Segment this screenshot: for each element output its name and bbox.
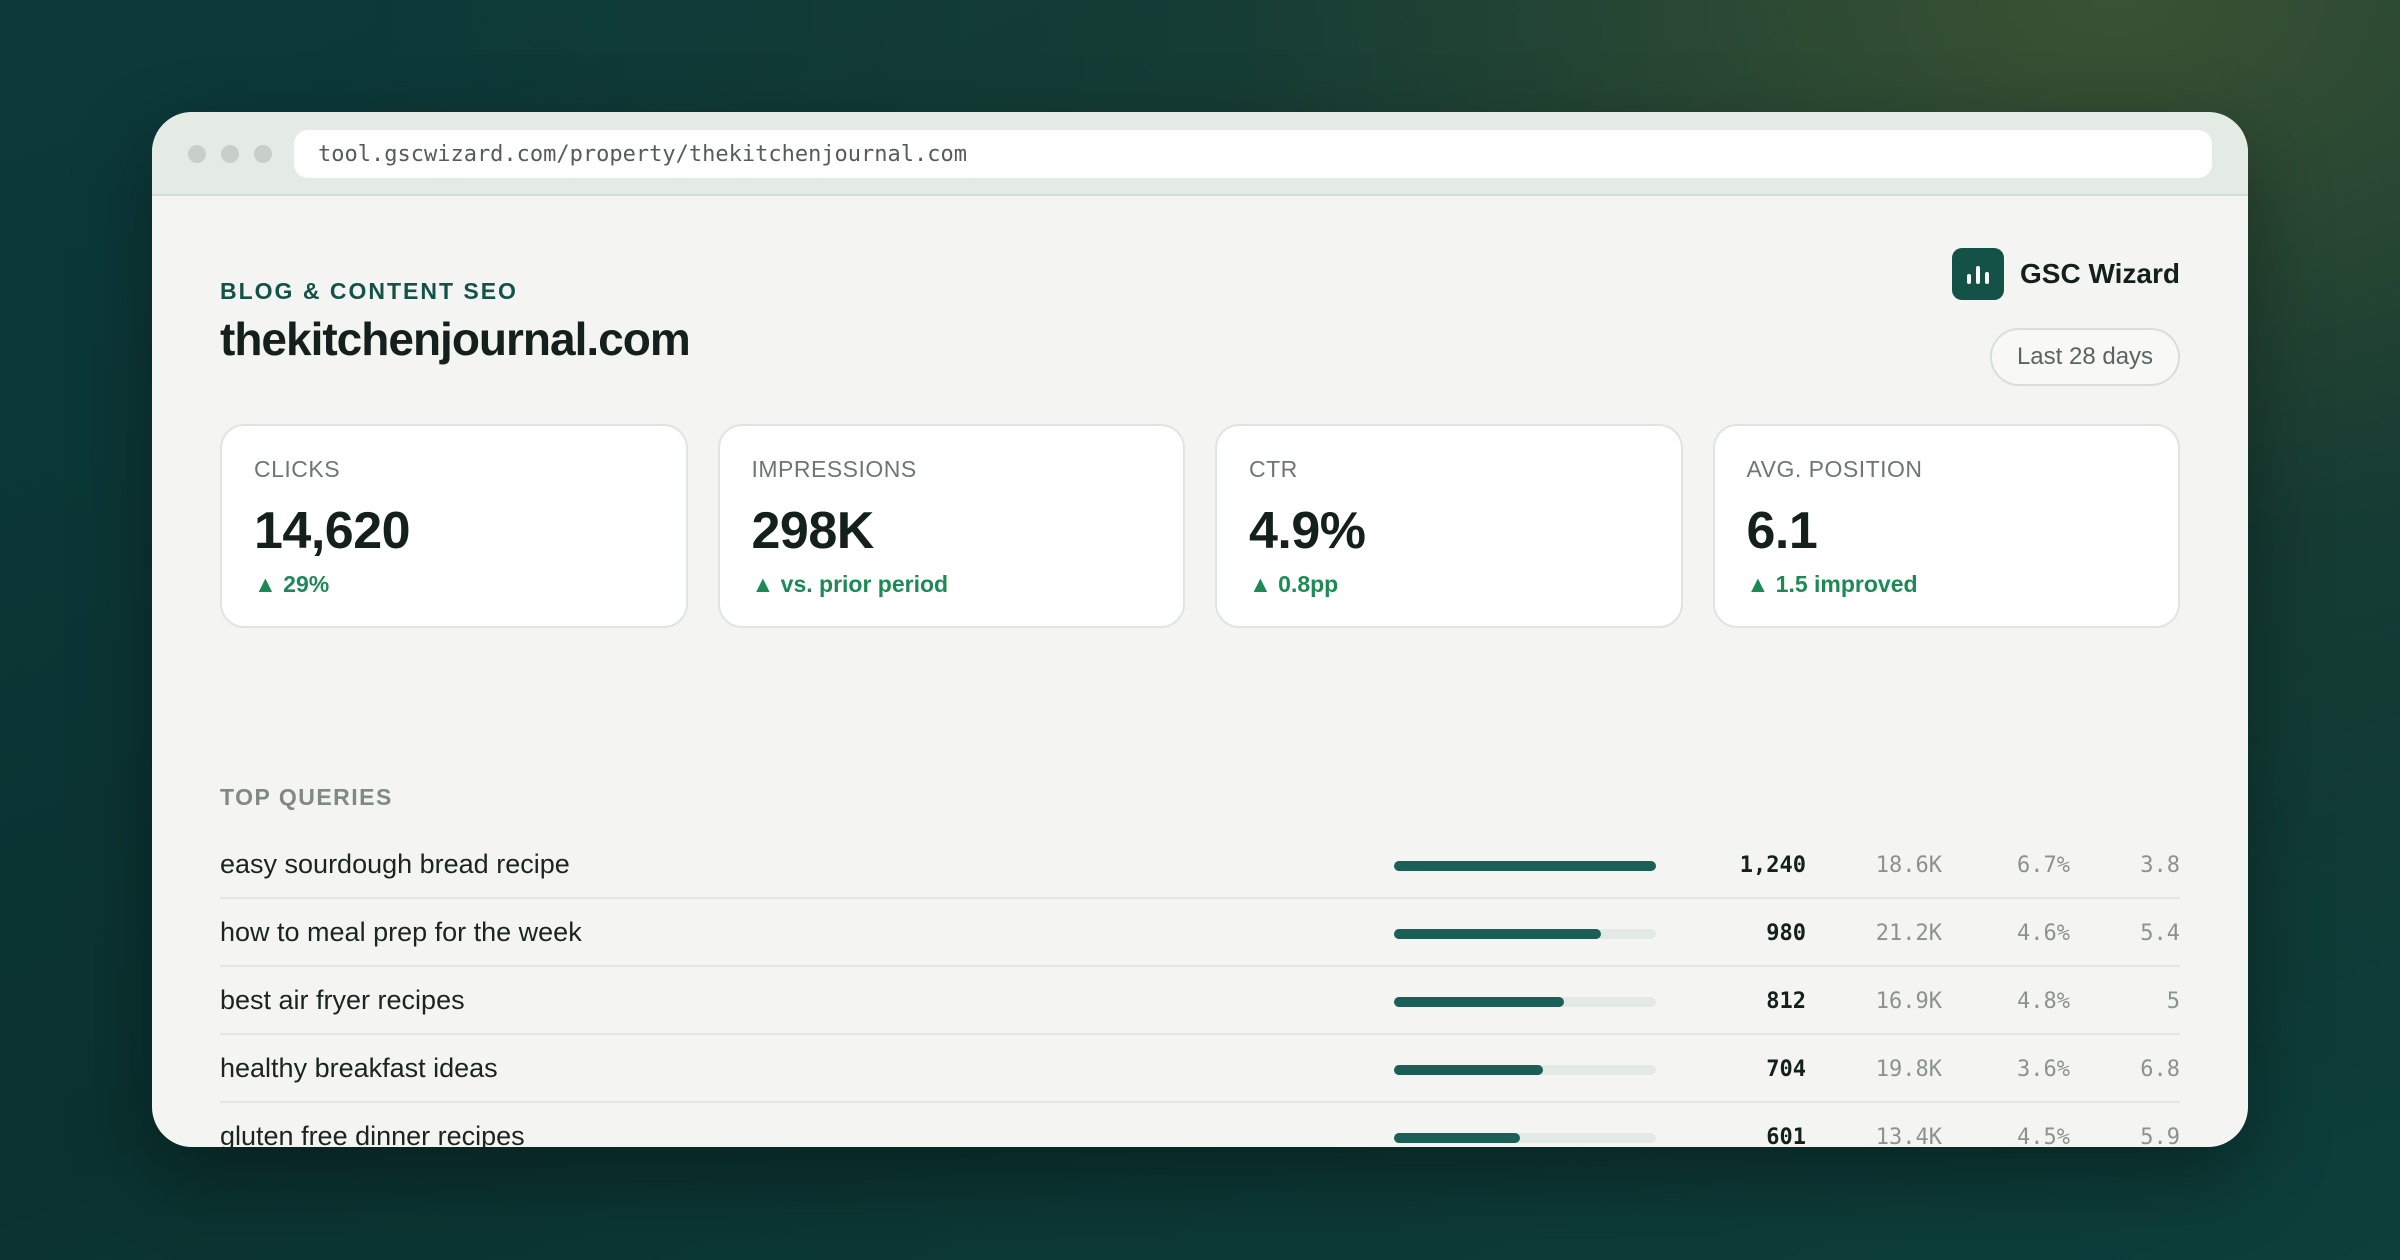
ctr-value: 4.5% (2017, 1124, 2070, 1148)
close-dot-icon[interactable] (188, 145, 206, 163)
metric-label: CLICKS (254, 456, 341, 482)
metric-card-clicks: CLICKS 14,620 ▲ 29% (220, 424, 688, 628)
clicks-value: 812 (1766, 988, 1806, 1014)
metric-label: AVG. POSITION (1746, 456, 1923, 482)
metric-value: 14,620 (254, 502, 411, 560)
impressions-value: 18.6K (1875, 852, 1942, 878)
clicks-bar (1394, 861, 1656, 871)
table-row[interactable]: healthy breakfast ideas 704 19.8K 3.6% 6… (220, 1035, 2180, 1103)
clicks-value: 601 (1766, 1124, 1806, 1148)
clicks-bar (1394, 929, 1656, 939)
metric-label: IMPRESSIONS (751, 456, 917, 482)
metric-delta: ▲ 29% (254, 571, 330, 597)
browser-window: tool.gscwizard.com/property/thekitchenjo… (152, 112, 2248, 1147)
clicks-value: 1,240 (1739, 852, 1806, 878)
brand-name: GSC Wizard (2020, 258, 2180, 289)
maximize-dot-icon[interactable] (254, 145, 272, 163)
metric-card-impressions: IMPRESSIONS 298K ▲ vs. prior period (717, 424, 1185, 628)
section-title-top-queries: TOP QUERIES (220, 784, 393, 810)
clicks-value: 980 (1766, 920, 1806, 946)
position-value: 6.8 (2140, 1056, 2180, 1082)
query-text: best air fryer recipes (220, 984, 465, 1015)
position-value: 5.9 (2140, 1124, 2180, 1148)
ctr-value: 4.8% (2017, 988, 2070, 1014)
brand[interactable]: GSC Wizard (1952, 248, 2180, 300)
clicks-bar-fill (1394, 861, 1656, 871)
address-bar[interactable]: tool.gscwizard.com/property/thekitchenjo… (294, 130, 2212, 178)
impressions-value: 19.8K (1875, 1056, 1942, 1082)
metric-value: 6.1 (1746, 502, 1818, 560)
table-row[interactable]: how to meal prep for the week 980 21.2K … (220, 899, 2180, 967)
metric-card-avg-position: AVG. POSITION 6.1 ▲ 1.5 improved (1712, 424, 2180, 628)
clicks-bar-fill (1394, 997, 1565, 1007)
impressions-value: 21.2K (1875, 920, 1942, 946)
position-value: 5.4 (2140, 920, 2180, 946)
ctr-value: 3.6% (2017, 1056, 2070, 1082)
bar-chart-icon (1952, 248, 2004, 300)
query-text: gluten free dinner recipes (220, 1120, 525, 1148)
clicks-bar (1394, 1065, 1656, 1075)
metric-cards: CLICKS 14,620 ▲ 29% IMPRESSIONS 298K ▲ v… (220, 424, 2180, 628)
query-text: how to meal prep for the week (220, 916, 582, 947)
table-row[interactable]: gluten free dinner recipes 601 13.4K 4.5… (220, 1103, 2180, 1148)
window-controls (188, 145, 272, 163)
page-title: thekitchenjournal.com (220, 313, 691, 365)
query-text: healthy breakfast ideas (220, 1052, 498, 1083)
page-eyebrow: BLOG & CONTENT SEO (220, 278, 518, 304)
date-range-button[interactable]: Last 28 days (1990, 328, 2180, 386)
clicks-bar (1394, 997, 1656, 1007)
position-value: 3.8 (2140, 852, 2180, 878)
ctr-value: 4.6% (2017, 920, 2070, 946)
metric-delta: ▲ 0.8pp (1249, 571, 1339, 597)
clicks-bar-fill (1394, 929, 1601, 939)
clicks-bar (1394, 1133, 1656, 1143)
clicks-bar-fill (1394, 1065, 1544, 1075)
metric-value: 4.9% (1249, 502, 1366, 560)
ctr-value: 6.7% (2017, 852, 2070, 878)
metric-label: CTR (1249, 456, 1298, 482)
metric-delta: ▲ vs. prior period (751, 571, 949, 597)
table-row[interactable]: easy sourdough bread recipe 1,240 18.6K … (220, 831, 2180, 899)
table-row[interactable]: best air fryer recipes 812 16.9K 4.8% 5 (220, 967, 2180, 1035)
clicks-value: 704 (1766, 1056, 1806, 1082)
impressions-value: 16.9K (1875, 988, 1942, 1014)
impressions-value: 13.4K (1875, 1124, 1942, 1148)
top-queries-table: easy sourdough bread recipe 1,240 18.6K … (220, 831, 2180, 1147)
minimize-dot-icon[interactable] (221, 145, 239, 163)
query-text: easy sourdough bread recipe (220, 848, 570, 879)
metric-card-ctr: CTR 4.9% ▲ 0.8pp (1215, 424, 1683, 628)
browser-titlebar: tool.gscwizard.com/property/thekitchenjo… (152, 112, 2248, 196)
metric-delta: ▲ 1.5 improved (1746, 571, 1918, 597)
clicks-bar-fill (1394, 1133, 1520, 1143)
position-value: 5 (2166, 988, 2180, 1014)
metric-value: 298K (751, 502, 875, 560)
